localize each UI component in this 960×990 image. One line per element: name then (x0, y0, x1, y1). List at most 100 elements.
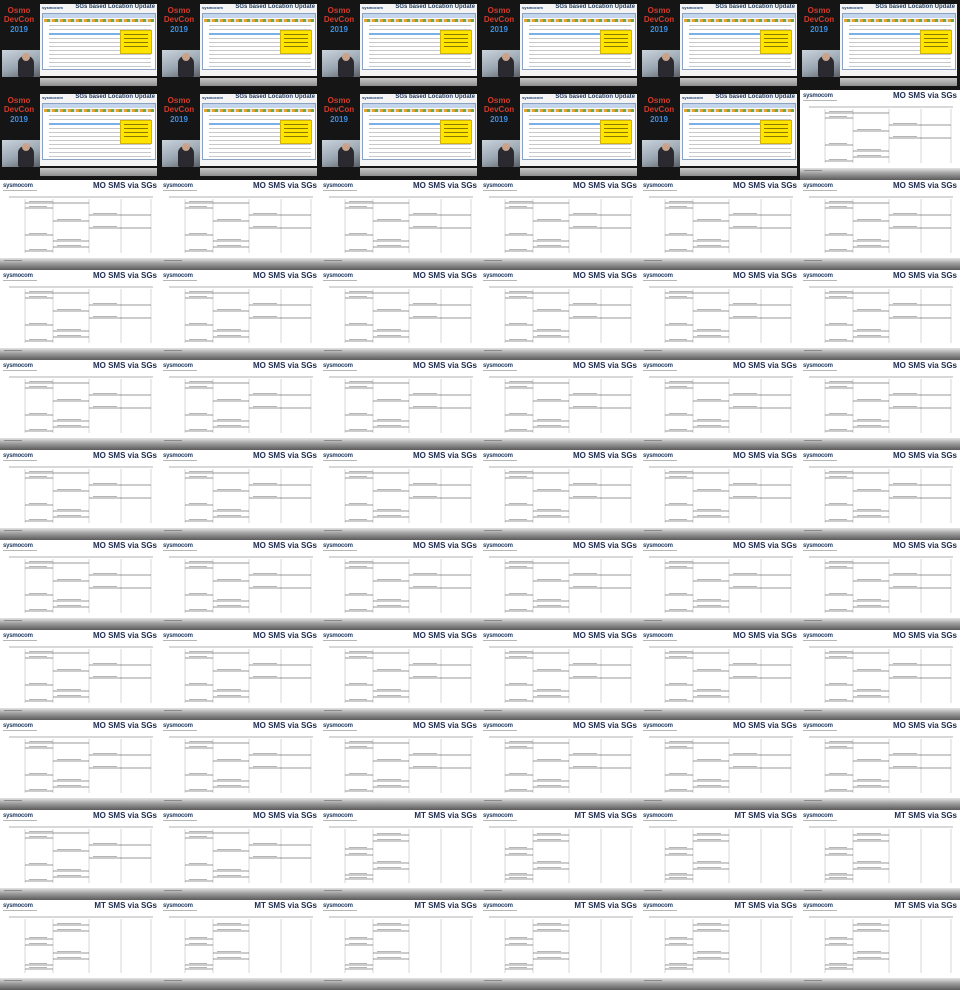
diagram-area (803, 553, 957, 616)
packet-line (689, 54, 791, 55)
video-thumbnail[interactable]: sysmocom MO SMS via SGs (0, 810, 160, 900)
sequence-diagram (169, 196, 313, 253)
video-thumbnail[interactable]: sysmocom MO SMS via SGs (320, 630, 480, 720)
presentation-slide: sysmocom SGs based Location Update (40, 4, 157, 76)
video-thumbnail[interactable]: sysmocom MO SMS via SGs (640, 270, 800, 360)
video-thumbnail[interactable]: sysmocom MO SMS via SGs (320, 450, 480, 540)
video-thumbnail[interactable]: sysmocom MO SMS via SGs (0, 270, 160, 360)
slide-title: MT SMS via SGs (734, 901, 797, 910)
video-thumbnail[interactable]: sysmocom MO SMS via SGs (640, 540, 800, 630)
video-thumbnail[interactable]: Osmo DevCon 2019 sysmocom SGs based Location… (640, 0, 800, 90)
video-thumbnail[interactable]: Osmo DevCon 2019 sysmocom SGs based Location… (160, 0, 320, 90)
slide-brand: sysmocom (803, 813, 833, 819)
video-thumbnail[interactable]: sysmocom MO SMS via SGs (320, 540, 480, 630)
slide-subtitle-line (643, 730, 677, 731)
video-thumbnail[interactable]: sysmocom MO SMS via SGs (800, 180, 960, 270)
slide-brand: sysmocom (483, 903, 513, 909)
video-thumbnail[interactable]: sysmocom MO SMS via SGs (0, 630, 160, 720)
window-titlebar (843, 14, 955, 18)
video-thumbnail[interactable]: sysmocom MT SMS via SGs (320, 900, 480, 990)
video-thumbnail[interactable]: sysmocom MO SMS via SGs (800, 540, 960, 630)
video-thumbnail[interactable]: sysmocom MO SMS via SGs (0, 450, 160, 540)
video-thumbnail[interactable]: sysmocom MO SMS via SGs (800, 720, 960, 810)
video-thumbnail[interactable]: sysmocom MO SMS via SGs (480, 360, 640, 450)
speaker-face (502, 53, 510, 61)
video-thumbnail[interactable]: Osmo DevCon 2019 sysmocom SGs based Location… (640, 90, 800, 180)
video-thumbnail[interactable]: sysmocom MO SMS via SGs (480, 540, 640, 630)
sequence-diagram (649, 736, 793, 793)
sequence-diagram (489, 196, 633, 253)
video-thumbnail[interactable]: sysmocom MO SMS via SGs (640, 630, 800, 720)
video-thumbnail[interactable]: sysmocom MO SMS via SGs (480, 180, 640, 270)
slide-brand: sysmocom (163, 633, 193, 639)
packet-line (369, 115, 471, 116)
slide-brand: sysmocom (483, 273, 513, 279)
video-thumbnail[interactable]: sysmocom MO SMS via SGs (320, 360, 480, 450)
logo-text: 2019 (810, 25, 828, 34)
video-thumbnail[interactable]: sysmocom MT SMS via SGs (160, 900, 320, 990)
video-thumbnail[interactable]: Osmo DevCon 2019 sysmocom SGs based Location… (480, 90, 640, 180)
video-thumbnail[interactable]: sysmocom MO SMS via SGs (480, 630, 640, 720)
video-thumbnail[interactable]: sysmocom MO SMS via SGs (640, 180, 800, 270)
video-thumbnail[interactable]: Osmo DevCon 2019 sysmocom SGs based Location… (800, 0, 960, 90)
video-thumbnail[interactable]: sysmocom MO SMS via SGs (800, 630, 960, 720)
video-thumbnail[interactable]: sysmocom MO SMS via SGs (160, 360, 320, 450)
video-thumbnail[interactable]: sysmocom MO SMS via SGs (0, 180, 160, 270)
video-thumbnail[interactable]: sysmocom MO SMS via SGs (320, 720, 480, 810)
window-titlebar (523, 14, 635, 18)
presentation-slide: sysmocom SGs based Location Update (520, 4, 637, 76)
video-thumbnail[interactable]: sysmocom MT SMS via SGs (480, 810, 640, 900)
packet-line (529, 62, 631, 63)
slide-brand: sysmocom (682, 5, 703, 10)
video-thumbnail[interactable]: sysmocom MO SMS via SGs (800, 360, 960, 450)
packet-line (209, 115, 311, 116)
video-thumbnail[interactable]: sysmocom MO SMS via SGs (800, 90, 960, 180)
video-thumbnail[interactable]: sysmocom MO SMS via SGs (800, 270, 960, 360)
video-thumbnail[interactable]: sysmocom MO SMS via SGs (640, 360, 800, 450)
slide-footer (160, 798, 320, 810)
video-thumbnail[interactable]: sysmocom MO SMS via SGs (0, 720, 160, 810)
video-thumbnail[interactable]: sysmocom MO SMS via SGs (160, 270, 320, 360)
video-thumbnail[interactable]: sysmocom MT SMS via SGs (800, 810, 960, 900)
video-thumbnail[interactable]: sysmocom MT SMS via SGs (480, 900, 640, 990)
video-thumbnail[interactable]: sysmocom MO SMS via SGs (480, 450, 640, 540)
video-thumbnail[interactable]: sysmocom MO SMS via SGs (0, 360, 160, 450)
video-thumbnail[interactable]: sysmocom MO SMS via SGs (160, 450, 320, 540)
video-thumbnail[interactable]: sysmocom MO SMS via SGs (0, 540, 160, 630)
video-thumbnail[interactable]: sysmocom MO SMS via SGs (800, 450, 960, 540)
footer-text (644, 620, 662, 621)
video-thumbnail[interactable]: Osmo DevCon 2019 sysmocom SGs based Location… (160, 90, 320, 180)
video-thumbnail[interactable]: sysmocom MT SMS via SGs (640, 900, 800, 990)
video-thumbnail[interactable]: Osmo DevCon 2019 sysmocom SGs based Location… (320, 90, 480, 180)
logo-text: Osmo (7, 96, 31, 105)
video-thumbnail[interactable]: sysmocom MT SMS via SGs (0, 900, 160, 990)
video-thumbnail[interactable]: sysmocom MO SMS via SGs (160, 810, 320, 900)
video-thumbnail[interactable]: sysmocom MT SMS via SGs (320, 810, 480, 900)
footer-text (4, 260, 22, 261)
video-thumbnail[interactable]: sysmocom MO SMS via SGs (320, 180, 480, 270)
video-thumbnail[interactable]: Osmo DevCon 2019 sysmocom SGs based Location… (320, 0, 480, 90)
video-thumbnail[interactable]: Osmo DevCon 2019 sysmocom SGs based Location… (0, 0, 160, 90)
packet-line (209, 62, 311, 63)
sequence-diagram (649, 646, 793, 703)
slide-title: MO SMS via SGs (572, 271, 637, 280)
slide-footer (480, 618, 640, 630)
video-thumbnail[interactable]: sysmocom MO SMS via SGs (640, 720, 800, 810)
note-line (124, 136, 148, 137)
video-thumbnail[interactable]: sysmocom MO SMS via SGs (480, 720, 640, 810)
video-thumbnail[interactable]: sysmocom MT SMS via SGs (800, 900, 960, 990)
video-thumbnail[interactable]: sysmocom MO SMS via SGs (160, 180, 320, 270)
slide-footer (40, 78, 157, 86)
video-thumbnail[interactable]: Osmo DevCon 2019 sysmocom SGs based Location… (0, 90, 160, 180)
slide-subtitle-line (483, 640, 517, 641)
logo-text: Osmo (487, 6, 511, 15)
video-thumbnail[interactable]: Osmo DevCon 2019 sysmocom SGs based Location… (480, 0, 640, 90)
video-thumbnail[interactable]: sysmocom MO SMS via SGs (160, 540, 320, 630)
video-thumbnail[interactable]: sysmocom MO SMS via SGs (320, 270, 480, 360)
note-line (444, 38, 468, 39)
video-thumbnail[interactable]: sysmocom MT SMS via SGs (640, 810, 800, 900)
video-thumbnail[interactable]: sysmocom MO SMS via SGs (160, 720, 320, 810)
video-thumbnail[interactable]: sysmocom MO SMS via SGs (160, 630, 320, 720)
video-thumbnail[interactable]: sysmocom MO SMS via SGs (640, 450, 800, 540)
video-thumbnail[interactable]: sysmocom MO SMS via SGs (480, 270, 640, 360)
